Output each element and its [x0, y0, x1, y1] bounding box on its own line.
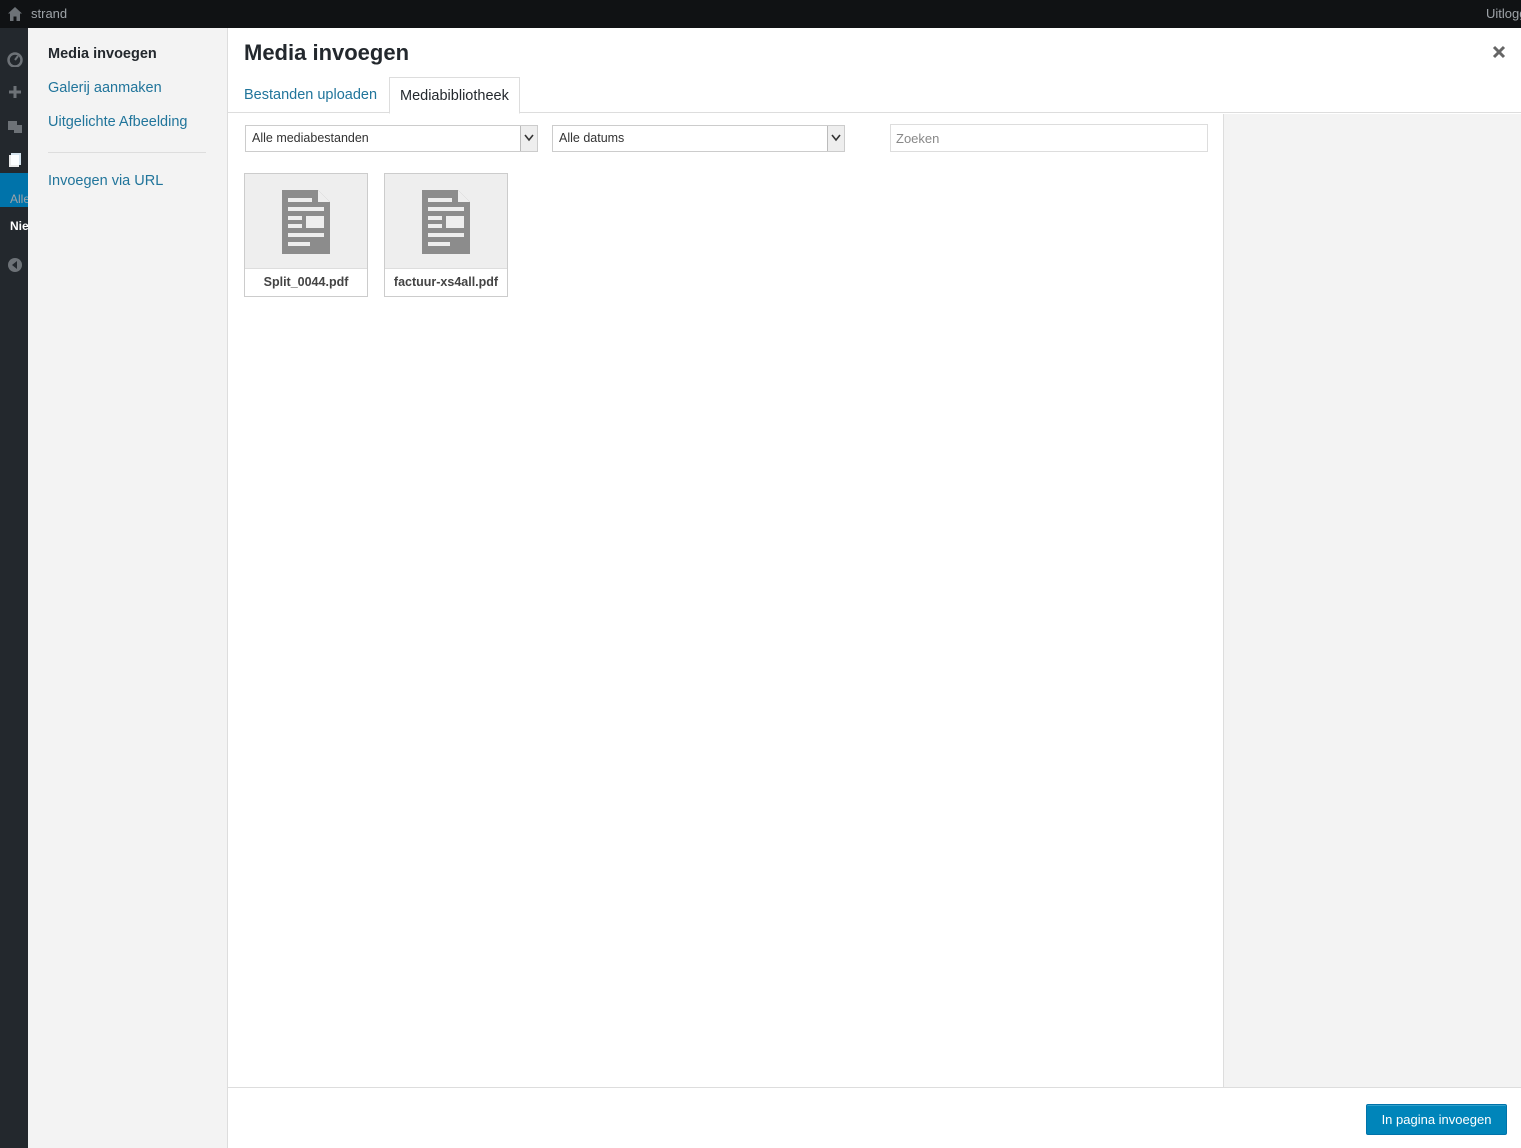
- attachment-item[interactable]: Split_0044.pdf: [244, 173, 368, 297]
- media-menu: Media invoegen Galerij aanmaken Uitgelic…: [28, 28, 228, 1148]
- pages-icon[interactable]: [7, 152, 23, 168]
- media-modal: Media invoegen Galerij aanmaken Uitgelic…: [28, 28, 1521, 1148]
- close-icon[interactable]: [1491, 44, 1507, 60]
- media-icon[interactable]: [7, 118, 23, 134]
- date-filter[interactable]: Alle datums: [552, 125, 845, 152]
- collapse-menu-icon[interactable]: [7, 257, 23, 273]
- document-icon: [422, 190, 470, 254]
- admin-submenu-all[interactable]: Alle: [10, 192, 28, 206]
- tab-upload-files[interactable]: Bestanden uploaden: [234, 77, 387, 113]
- insert-into-page-button[interactable]: In pagina invoegen: [1366, 1104, 1507, 1135]
- menu-item-create-gallery[interactable]: Galerij aanmaken: [48, 80, 162, 96]
- media-type-filter-value: Alle mediabestanden: [252, 131, 369, 145]
- modal-title: Media invoegen: [244, 40, 410, 65]
- modal-tabs: Bestanden uploaden Mediabibliotheek: [228, 77, 1521, 114]
- media-type-filter[interactable]: Alle mediabestanden: [245, 125, 538, 152]
- document-icon: [282, 190, 330, 254]
- menu-item-insert-media[interactable]: Media invoegen: [48, 46, 157, 62]
- admin-menu: Alle Nieuw: [0, 28, 28, 1148]
- chevron-down-icon: [827, 126, 844, 151]
- menu-item-insert-from-url[interactable]: Invoegen via URL: [48, 173, 163, 189]
- site-name[interactable]: strand: [31, 6, 67, 21]
- attachment-filename: factuur-xs4all.pdf: [385, 268, 507, 296]
- tab-media-library[interactable]: Mediabibliotheek: [389, 77, 520, 114]
- home-icon[interactable]: [7, 6, 23, 22]
- logout-link[interactable]: Uitloggen: [1486, 6, 1521, 21]
- modal-toolbar: In pagina invoegen: [228, 1087, 1521, 1148]
- plus-icon[interactable]: [7, 84, 23, 100]
- menu-item-featured-image[interactable]: Uitgelichte Afbeelding: [48, 114, 187, 130]
- attachment-filename: Split_0044.pdf: [245, 268, 367, 296]
- admin-bar: strand Uitloggen: [0, 0, 1521, 28]
- attachment-details-sidebar: [1223, 114, 1521, 1087]
- date-filter-value: Alle datums: [559, 131, 625, 145]
- menu-separator: [48, 152, 206, 153]
- attachments-browser: Alle mediabestanden Alle datums Zoeken S…: [228, 114, 1223, 1087]
- dashboard-icon[interactable]: [7, 51, 23, 68]
- attachment-item[interactable]: factuur-xs4all.pdf: [384, 173, 508, 297]
- admin-submenu-new[interactable]: Nieuw: [10, 219, 28, 233]
- search-input[interactable]: [890, 124, 1208, 152]
- chevron-down-icon: [520, 126, 537, 151]
